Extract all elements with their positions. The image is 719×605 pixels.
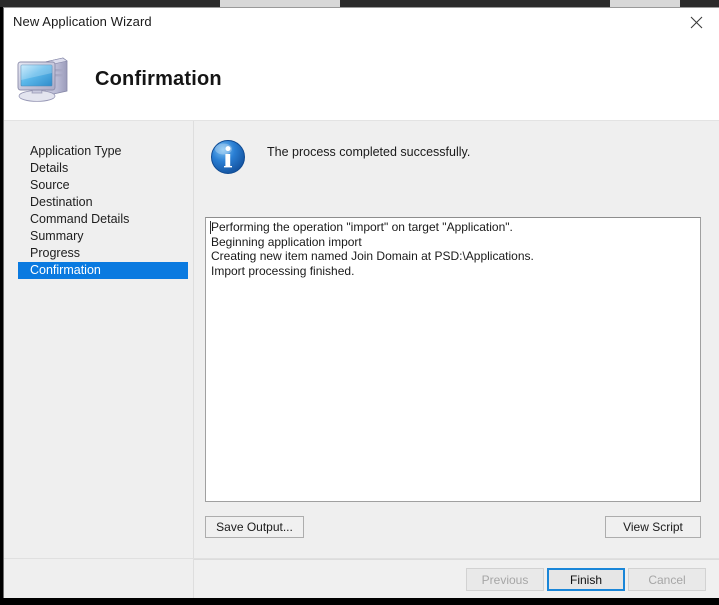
- window-bottom-edge: [0, 598, 719, 605]
- sidebar-item-destination[interactable]: Destination: [18, 194, 187, 211]
- sidebar-item-command-details[interactable]: Command Details: [18, 211, 187, 228]
- save-output-button[interactable]: Save Output...: [205, 516, 304, 538]
- view-script-button[interactable]: View Script: [605, 516, 701, 538]
- footer-sidebar-fill: [4, 559, 194, 598]
- sidebar-item-summary[interactable]: Summary: [18, 228, 187, 245]
- title-bar: New Application Wizard: [4, 8, 719, 38]
- text-caret: [210, 221, 211, 234]
- sidebar-item-source[interactable]: Source: [18, 177, 187, 194]
- wizard-step-list: Application Type Details Source Destinat…: [4, 121, 194, 558]
- page-title: Confirmation: [95, 67, 222, 90]
- footer-divider: [194, 559, 719, 560]
- wizard-footer: Previous Finish Cancel: [4, 558, 719, 598]
- window-left-edge: [0, 7, 3, 598]
- sidebar-item-confirmation[interactable]: Confirmation: [18, 262, 188, 279]
- background-window-strip: [0, 0, 719, 7]
- output-log-textarea[interactable]: Performing the operation "import" on tar…: [205, 217, 701, 502]
- sidebar-item-details[interactable]: Details: [18, 160, 187, 177]
- finish-button[interactable]: Finish: [547, 568, 625, 591]
- computer-icon: [15, 53, 73, 105]
- close-icon[interactable]: [674, 8, 719, 37]
- background-window-tab: [610, 0, 680, 7]
- previous-button[interactable]: Previous: [466, 568, 544, 591]
- sidebar-item-progress[interactable]: Progress: [18, 245, 187, 262]
- cancel-button[interactable]: Cancel: [628, 568, 706, 591]
- background-window-tab: [220, 0, 340, 7]
- status-message-row: The process completed successfully.: [194, 121, 719, 191]
- output-line: Beginning application import: [211, 234, 362, 249]
- sidebar-item-application-type[interactable]: Application Type: [18, 143, 187, 160]
- new-application-wizard-window: New Application Wizard Confirmation Appl…: [3, 7, 719, 598]
- status-message: The process completed successfully.: [267, 145, 471, 159]
- information-icon: [208, 137, 248, 177]
- wizard-header: Confirmation: [4, 38, 719, 120]
- output-line: Import processing finished.: [211, 263, 355, 278]
- wizard-content-pane: The process completed successfully. Perf…: [194, 121, 719, 558]
- wizard-body: Application Type Details Source Destinat…: [4, 120, 719, 558]
- output-line: Creating new item named Join Domain at P…: [211, 249, 534, 263]
- window-title: New Application Wizard: [13, 14, 152, 29]
- output-line: Performing the operation "import" on tar…: [211, 220, 513, 234]
